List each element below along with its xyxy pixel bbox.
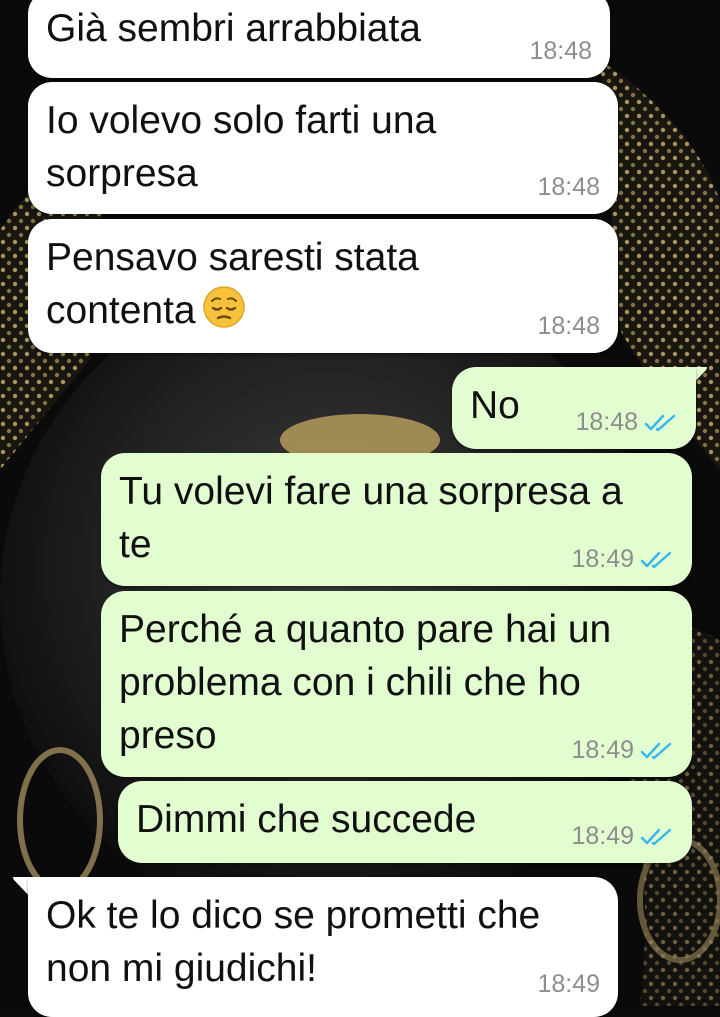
- message-text: Pensavo saresti stata contenta: [46, 236, 419, 332]
- message-text: Tu volevi fare una sorpresa a te: [119, 470, 623, 566]
- message-meta: 18:49: [571, 822, 674, 851]
- message-timestamp: 18:48: [529, 37, 592, 65]
- message-timestamp: 18:48: [537, 173, 600, 201]
- message-timestamp: 18:49: [571, 545, 634, 573]
- message-timestamp: 18:49: [571, 736, 634, 764]
- pensive-face-emoji-icon: [202, 286, 245, 328]
- message-bubble-outgoing[interactable]: Dimmi che succede 18:49: [118, 781, 692, 863]
- message-timestamp: 18:49: [537, 970, 600, 998]
- message-meta: 18:49: [571, 545, 674, 574]
- message-bubble-incoming[interactable]: Già sembri arrabbiata 18:48: [28, 0, 610, 78]
- message-text: No: [470, 384, 520, 427]
- message-meta: 18:48: [537, 312, 600, 341]
- message-meta: 18:49: [537, 970, 600, 999]
- message-text: Già sembri arrabbiata: [46, 7, 421, 50]
- message-text: Perché a quanto pare hai un problema con…: [119, 608, 612, 757]
- message-timestamp: 18:48: [537, 312, 600, 340]
- message-text: Ok te lo dico se prometti che non mi giu…: [46, 894, 541, 990]
- message-bubble-outgoing[interactable]: Perché a quanto pare hai un problema con…: [101, 591, 692, 777]
- message-meta: 18:48: [575, 408, 678, 437]
- message-bubble-incoming[interactable]: Io volevo solo farti una sorpresa 18:48: [28, 82, 618, 214]
- message-bubble-outgoing[interactable]: No 18:48: [452, 367, 696, 449]
- message-meta: 18:48: [537, 173, 600, 202]
- message-timestamp: 18:48: [575, 408, 638, 436]
- read-receipt-double-check-icon: [640, 742, 672, 759]
- message-bubble-incoming[interactable]: Ok te lo dico se prometti che non mi giu…: [28, 877, 618, 1017]
- read-receipt-double-check-icon: [644, 414, 676, 431]
- read-receipt-double-check-icon: [640, 551, 672, 568]
- message-text: Io volevo solo farti una sorpresa: [46, 99, 437, 195]
- message-text: Dimmi che succede: [136, 798, 477, 841]
- message-bubble-incoming[interactable]: Pensavo saresti stata contenta 18:48: [28, 219, 618, 353]
- read-receipt-double-check-icon: [640, 828, 672, 845]
- message-bubble-outgoing[interactable]: Tu volevi fare una sorpresa a te 18:49: [101, 453, 692, 586]
- message-timestamp: 18:49: [571, 822, 634, 850]
- message-meta: 18:48: [529, 37, 592, 66]
- message-meta: 18:49: [571, 736, 674, 765]
